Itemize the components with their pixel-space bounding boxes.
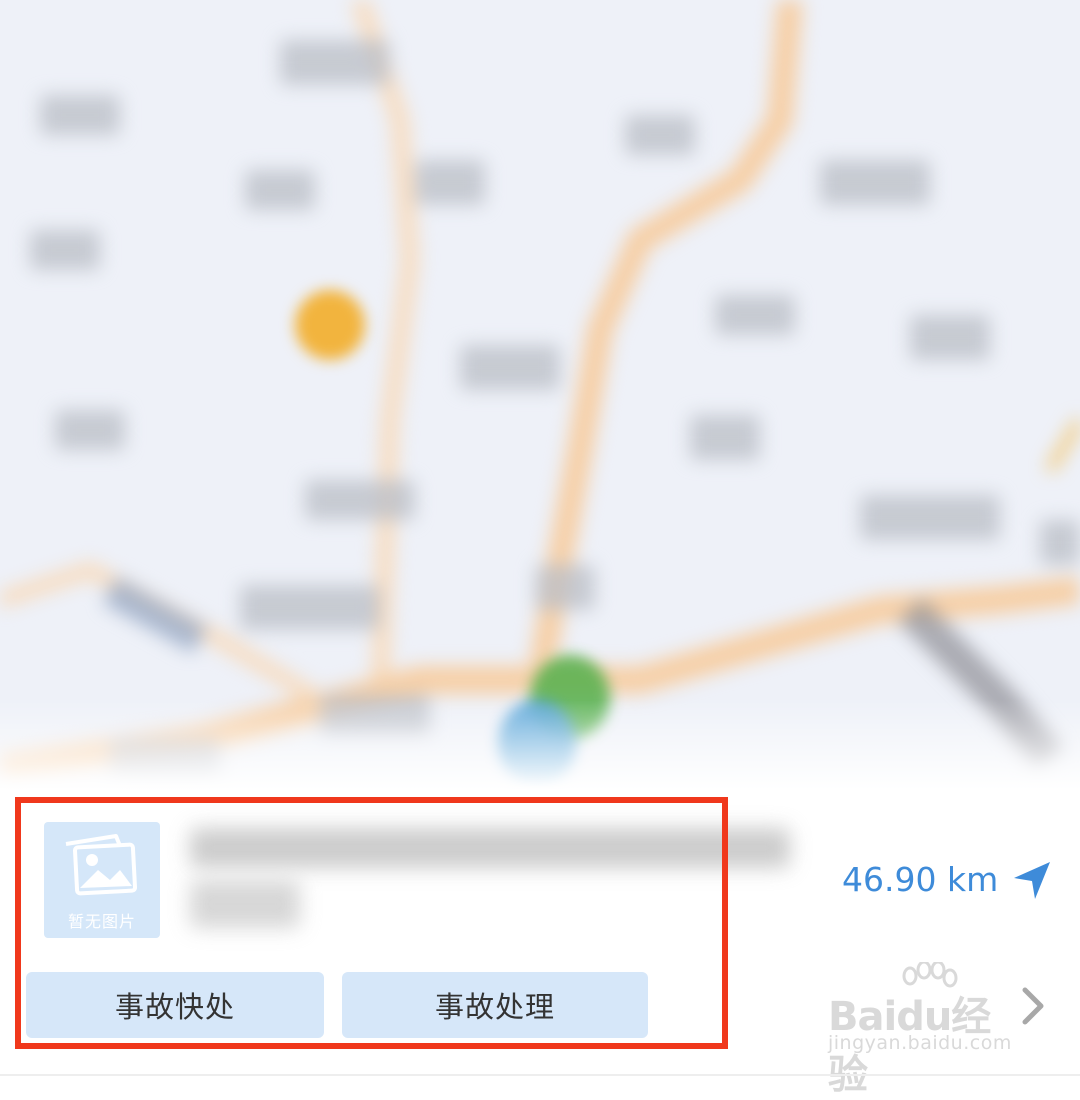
accident-handling-button[interactable]: 事故处理 <box>342 972 648 1038</box>
map-fade <box>0 700 1080 790</box>
chevron-right-icon[interactable] <box>1020 986 1046 1026</box>
no-image-label: 暂无图片 <box>67 912 136 931</box>
quick-accident-button[interactable]: 事故快处 <box>26 972 324 1038</box>
place-thumbnail[interactable]: 暂无图片 <box>44 822 160 938</box>
place-address-redacted <box>190 880 300 928</box>
map-view[interactable] <box>0 0 1080 790</box>
place-name-redacted <box>190 828 790 868</box>
baidu-watermark: Baidu经验 jingyan.baidu.com <box>828 962 1028 1098</box>
navigation-arrow-icon[interactable] <box>1010 858 1054 902</box>
image-placeholder-icon <box>65 834 138 896</box>
divider <box>0 1074 1080 1076</box>
watermark-url: jingyan.baidu.com <box>828 1032 1012 1054</box>
map-poi-marker[interactable] <box>295 290 365 360</box>
distance-text: 46.90 km <box>842 860 999 899</box>
